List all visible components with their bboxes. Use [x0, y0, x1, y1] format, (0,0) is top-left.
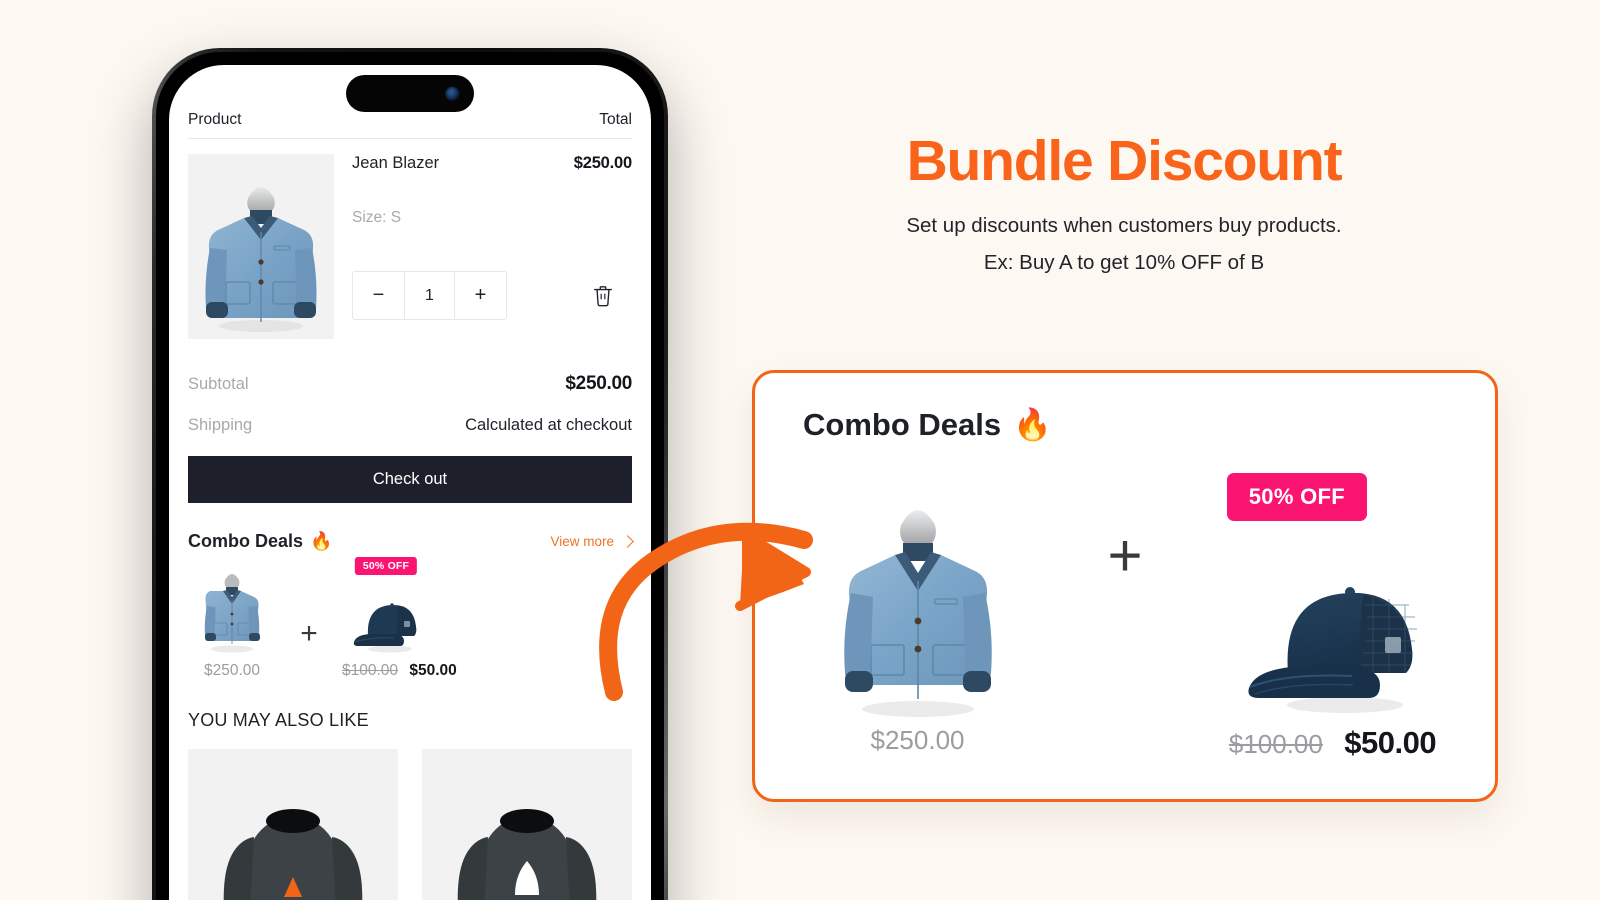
phone-bezel: Product Total Jean Blazer $250.00 Size: …: [156, 52, 664, 900]
shipping-row: Shipping Calculated at checkout: [188, 416, 632, 435]
combo-deals-header: Combo Deals 🔥 View more: [188, 531, 634, 552]
combo-card-title-text: Combo Deals: [803, 406, 1002, 442]
subtotal-row: Subtotal $250.00: [188, 373, 632, 395]
combo-plus-icon: +: [1107, 521, 1143, 589]
quantity-increase-button[interactable]: +: [455, 272, 506, 319]
combo-product-b[interactable]: 50% OFF $100.00 $50.00: [342, 557, 457, 680]
phone-frame: Product Total Jean Blazer $250.00 Size: …: [152, 48, 668, 900]
cart-item-image[interactable]: [188, 154, 334, 339]
combo-deals-card: Combo Deals 🔥 50% OFF + $250.00 $100.00 …: [752, 370, 1498, 802]
remove-item-button[interactable]: [590, 281, 616, 311]
subtotal-label: Subtotal: [188, 375, 249, 393]
combo-b-new-price: $50.00: [409, 662, 457, 679]
combo-card-a-price: $250.00: [870, 725, 965, 755]
navy-cap-image: [353, 603, 417, 653]
discount-badge: 50% OFF: [354, 557, 418, 575]
front-camera-icon: [445, 86, 460, 101]
checkout-button[interactable]: Check out: [188, 456, 632, 503]
right-panel: Bundle Discount Set up discounts when cu…: [700, 0, 1600, 900]
combo-deals-title-text: Combo Deals: [188, 531, 304, 551]
column-header-total: Total: [599, 111, 632, 128]
combo-card-prices: $250.00 $100.00 $50.00: [755, 725, 1495, 761]
recommendation-card[interactable]: [188, 749, 398, 900]
combo-deals-title: Combo Deals 🔥: [188, 531, 332, 552]
dynamic-island: [346, 75, 474, 112]
fire-icon: 🔥: [310, 531, 333, 551]
combo-card-b-new-price: $50.00: [1344, 725, 1437, 760]
cart-item-variant: Size: S: [352, 209, 402, 226]
combo-product-a[interactable]: $250.00: [188, 562, 276, 680]
shipping-label: Shipping: [188, 416, 253, 434]
combo-card-product-a[interactable]: [755, 471, 1080, 721]
page-title: Bundle Discount: [906, 129, 1343, 193]
combo-card-title: Combo Deals 🔥: [803, 406, 1052, 443]
combo-card-products: +: [755, 471, 1495, 721]
cart-line-item: Jean Blazer $250.00 Size: S − 1 +: [188, 139, 632, 339]
navy-cap-image: [1247, 587, 1417, 713]
denim-blazer-image: [205, 187, 317, 332]
recommendations-title: YOU MAY ALSO LIKE: [188, 710, 369, 730]
quantity-stepper[interactable]: − 1 +: [352, 271, 507, 320]
view-more-link[interactable]: View more: [550, 534, 634, 549]
recommendation-card[interactable]: [422, 749, 632, 900]
price-spacer: [1080, 725, 1170, 761]
cart-item-title[interactable]: Jean Blazer: [352, 154, 439, 173]
subtotal-value: $250.00: [565, 373, 632, 394]
dark-sweatshirt-image: [223, 809, 363, 900]
recommendations-grid: [188, 749, 632, 900]
denim-blazer-image: [843, 510, 992, 717]
combo-card-a-price-cell: $250.00: [755, 725, 1080, 761]
fire-icon: 🔥: [1013, 407, 1052, 442]
subtitle-line-2: Ex: Buy A to get 10% OFF of B: [983, 251, 1265, 274]
phone-screen: Product Total Jean Blazer $250.00 Size: …: [169, 65, 651, 900]
combo-card-b-price-cell: $100.00 $50.00: [1170, 725, 1495, 761]
phone-mockup: Product Total Jean Blazer $250.00 Size: …: [152, 48, 668, 900]
combo-b-old-price: $100.00: [342, 662, 399, 679]
view-more-label: View more: [550, 534, 614, 549]
quantity-value[interactable]: 1: [404, 272, 455, 319]
chevron-right-icon: [621, 535, 634, 548]
combo-deals-row: $250.00 + 50% OFF $100.00 $50.00: [188, 557, 632, 680]
dark-sweatshirt-image: [457, 809, 597, 900]
combo-a-price: $250.00: [203, 662, 261, 679]
column-header-product: Product: [188, 111, 242, 128]
quantity-decrease-button[interactable]: −: [353, 272, 404, 319]
combo-card-product-b[interactable]: [1170, 471, 1495, 721]
subtitle-line-1: Set up discounts when customers buy prod…: [906, 214, 1342, 237]
cart-item-price: $250.00: [573, 154, 632, 172]
shipping-value: Calculated at checkout: [465, 416, 632, 434]
trash-icon: [594, 285, 612, 306]
cart-totals: Subtotal $250.00 Shipping Calculated at …: [188, 373, 632, 435]
combo-card-b-old-price: $100.00: [1228, 729, 1323, 759]
combo-plus-icon: +: [300, 617, 318, 650]
denim-blazer-image: [204, 574, 260, 653]
